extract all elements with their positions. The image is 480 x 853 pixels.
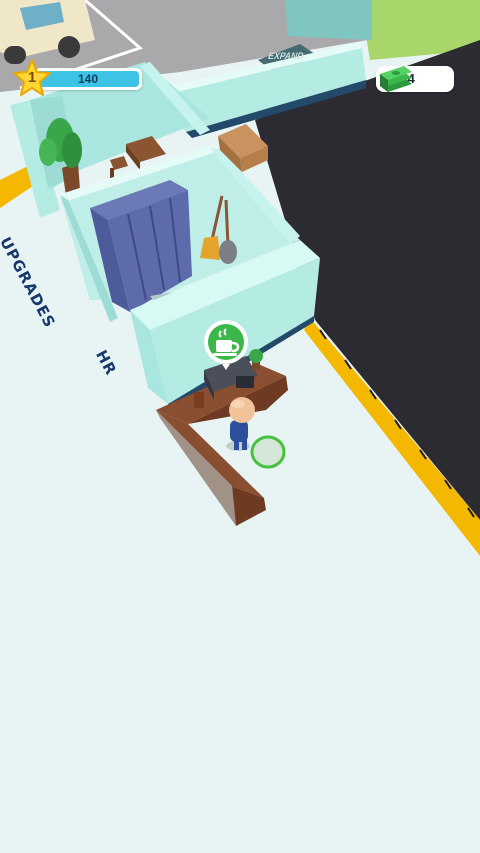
- worker-character: [226, 397, 255, 451]
- desk-item: [194, 392, 204, 408]
- coffee-cup-icon[interactable]: [200, 318, 252, 370]
- interaction-zone[interactable]: [250, 435, 286, 469]
- expand-sign-label: EXPAND: [266, 50, 306, 62]
- cash-stack-icon: [380, 66, 412, 92]
- level-number: 1: [27, 69, 37, 86]
- cash-hud: 244: [376, 66, 462, 92]
- outer-building: [285, 0, 372, 40]
- game-world: [0, 0, 480, 556]
- expand-sign[interactable]: EXPAND: [256, 45, 316, 75]
- game-scene[interactable]: UPGRADES HR EXPAND 140 1 244: [0, 0, 480, 853]
